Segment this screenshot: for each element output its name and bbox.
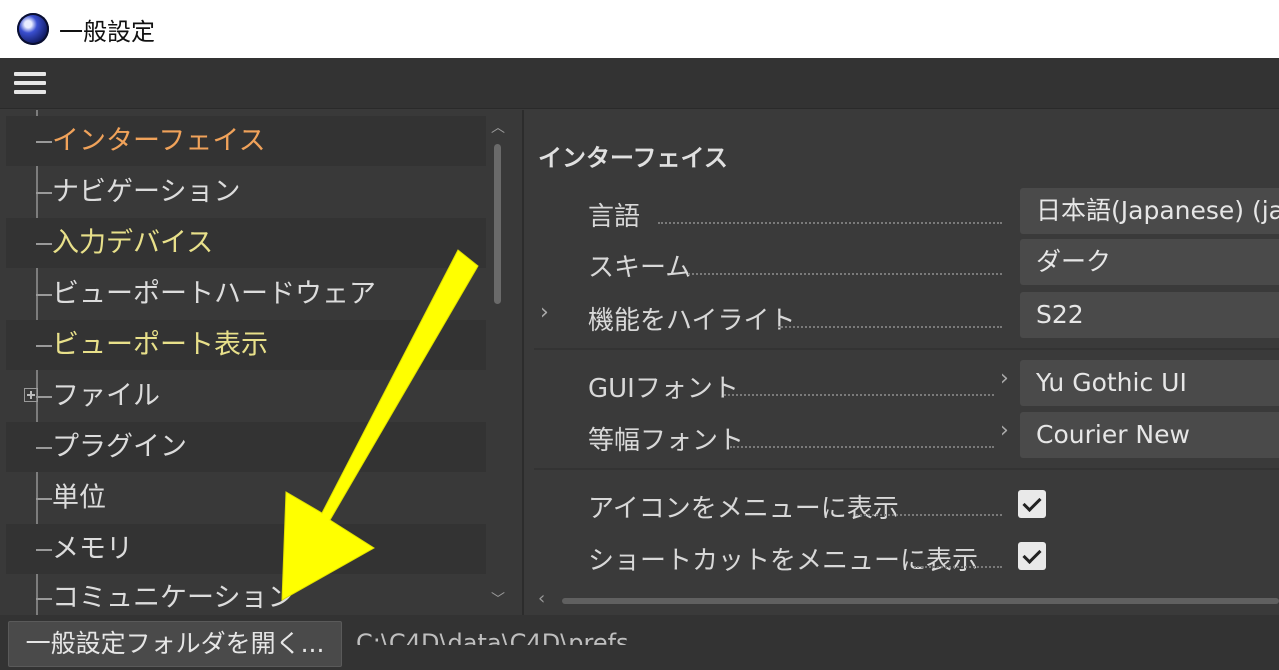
window-title: 一般設定	[59, 17, 155, 46]
separator	[534, 468, 1279, 470]
show-shortcuts-row: ショートカットをメニューに表示	[524, 532, 1279, 582]
highlight-dropdown[interactable]: S22	[1020, 292, 1279, 338]
cinema4d-logo-icon	[17, 13, 49, 45]
tree-item-label: ナビゲーション	[52, 176, 241, 208]
preferences-path: C:\C4D\data\C4D\prefs	[356, 629, 629, 645]
chevron-right-icon[interactable]: ›	[1000, 418, 1009, 443]
dotted-leader	[914, 564, 1002, 568]
tree-scrollbar[interactable]: ︿ ﹀	[486, 110, 510, 615]
highlight-row: › 機能をハイライト S22	[524, 292, 1279, 342]
scrollbar-thumb[interactable]	[494, 144, 501, 304]
scheme-label: スキーム	[588, 253, 692, 283]
tree-item-files[interactable]: ファイル	[6, 371, 486, 421]
scheme-row: スキーム ダーク	[524, 239, 1279, 289]
tree-item-navigation[interactable]: ナビゲーション	[6, 167, 486, 217]
tree-item-viewport-hardware[interactable]: ビューポートハードウェア	[6, 269, 486, 319]
tree-item-viewport-display[interactable]: ビューポート表示	[6, 320, 486, 370]
dotted-leader	[688, 271, 1002, 275]
settings-panel: インターフェイス 言語 日本語(Japanese) (ja スキーム ダーク ›…	[524, 110, 1279, 615]
section-title: インターフェイス	[538, 144, 728, 172]
horizontal-scrollbar[interactable]: ‹	[536, 588, 1279, 610]
show-icons-row: アイコンをメニューに表示	[524, 480, 1279, 530]
highlight-label: 機能をハイライト	[588, 306, 796, 336]
tree-item-label: 入力デバイス	[52, 227, 214, 259]
dotted-leader	[778, 324, 1002, 328]
open-preferences-folder-button[interactable]: 一般設定フォルダを開く...	[8, 621, 342, 667]
mono-font-label: 等幅フォント	[588, 426, 745, 456]
chevron-right-icon[interactable]: ›	[540, 300, 549, 325]
separator	[534, 348, 1279, 350]
show-icons-checkbox[interactable]	[1018, 490, 1046, 518]
toolbar	[0, 58, 1279, 109]
show-shortcuts-label: ショートカットをメニューに表示	[588, 546, 979, 576]
gui-font-row: GUIフォント › Yu Gothic UI	[524, 360, 1279, 410]
scrollbar-track[interactable]	[562, 598, 1279, 604]
dotted-leader	[724, 392, 994, 396]
tree-item-plugins[interactable]: プラグイン	[6, 422, 486, 472]
bottom-bar: 一般設定フォルダを開く... C:\C4D\data\C4D\prefs	[0, 615, 1279, 670]
mono-font-selector[interactable]: Courier New	[1020, 412, 1279, 458]
dotted-leader	[730, 444, 994, 448]
dotted-leader	[658, 220, 1002, 224]
tree-item-label: インターフェイス	[52, 125, 266, 157]
dotted-leader	[856, 512, 1002, 516]
tree-item-interface[interactable]: インターフェイス	[6, 116, 486, 166]
tree-item-input-devices[interactable]: 入力デバイス	[6, 218, 486, 268]
show-icons-label: アイコンをメニューに表示	[588, 494, 899, 524]
scheme-dropdown[interactable]: ダーク	[1020, 239, 1279, 285]
tree-item-label: ビューポート表示	[52, 329, 268, 361]
scroll-down-icon[interactable]: ﹀	[490, 592, 506, 608]
language-row: 言語 日本語(Japanese) (ja	[524, 188, 1279, 238]
gui-font-label: GUIフォント	[588, 374, 739, 404]
tree-item-label: 単位	[52, 482, 106, 514]
language-dropdown[interactable]: 日本語(Japanese) (ja	[1020, 188, 1279, 234]
language-label: 言語	[588, 202, 641, 232]
gui-font-selector[interactable]: Yu Gothic UI	[1020, 360, 1279, 406]
tree-item-label: コミュニケーション	[52, 582, 295, 614]
scroll-left-icon[interactable]: ‹	[538, 588, 545, 609]
tree-item-label: ファイル	[52, 380, 160, 412]
tree-item-memory[interactable]: メモリ	[6, 524, 486, 574]
scroll-up-icon[interactable]: ︿	[490, 120, 506, 136]
chevron-right-icon[interactable]: ›	[1000, 366, 1009, 391]
tree-item-label: メモリ	[52, 533, 133, 565]
title-bar: 一般設定	[0, 0, 1279, 58]
hamburger-menu-icon[interactable]	[14, 72, 46, 94]
tree-item-label: プラグイン	[52, 431, 187, 463]
expand-plus-icon[interactable]	[24, 388, 38, 402]
show-shortcuts-checkbox[interactable]	[1018, 542, 1046, 570]
tree-item-units[interactable]: 単位	[6, 473, 486, 523]
settings-category-tree: インターフェイス ナビゲーション 入力デバイス ビューポートハードウェア ビュー…	[0, 110, 522, 615]
tree-item-label: ビューポートハードウェア	[52, 278, 376, 310]
mono-font-row: 等幅フォント › Courier New	[524, 412, 1279, 462]
